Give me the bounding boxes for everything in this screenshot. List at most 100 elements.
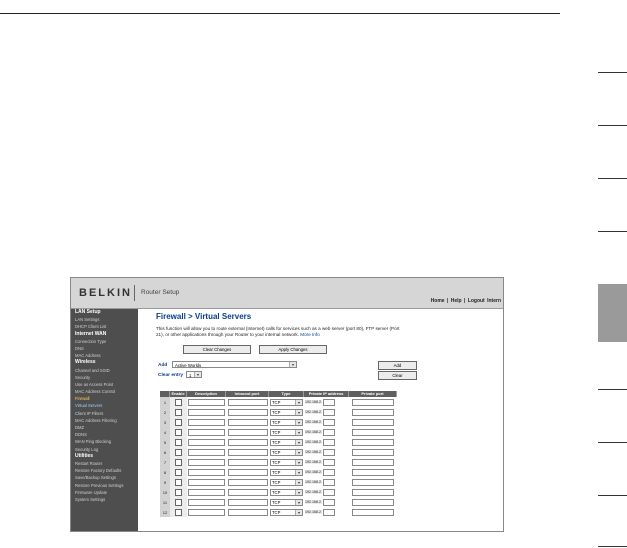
sidebar-item[interactable]: Client IP Filters [71,410,138,417]
description-input[interactable] [188,478,225,486]
sidebar-item[interactable]: Security [71,374,138,381]
enable-checkbox[interactable] [175,448,182,456]
private-ip-input[interactable] [323,468,335,476]
help-link[interactable]: Help [451,298,462,304]
private-ip-input[interactable] [323,498,335,506]
sidebar-item[interactable]: MAC Address Filtering [71,417,138,424]
description-input[interactable] [188,468,225,476]
sidebar-item[interactable]: Restore Previous Settings [71,482,138,489]
description-input[interactable] [188,428,225,436]
private-port-input[interactable] [352,468,394,476]
description-input[interactable] [188,418,225,426]
sidebar-item[interactable]: Restart Router [71,460,138,467]
type-select[interactable]: TCP ▾ [270,428,303,436]
private-ip-input[interactable] [323,448,335,456]
type-select[interactable]: TCP ▾ [270,398,303,406]
description-input[interactable] [188,498,225,506]
enable-checkbox[interactable] [175,438,182,446]
inbound-port-input[interactable] [227,428,268,436]
inbound-port-input[interactable] [227,488,268,496]
private-port-input[interactable] [352,418,394,426]
description-input[interactable] [188,438,225,446]
private-ip-input[interactable] [323,478,335,486]
sidebar-item[interactable]: DMZ [71,424,138,431]
private-ip-input[interactable] [323,508,335,516]
inbound-port-input[interactable] [227,438,268,446]
type-select[interactable]: TCP ▾ [270,408,303,416]
description-input[interactable] [188,488,225,496]
sidebar-item[interactable]: Channel and SSID [71,367,138,374]
description-input[interactable] [188,448,225,456]
apply-changes-button[interactable]: Apply Changes [259,345,327,354]
description-input[interactable] [188,408,225,416]
sidebar-item[interactable]: LAN Settings [71,316,138,323]
description-input[interactable] [188,458,225,466]
sidebar-item[interactable]: MAC Address Control [71,388,138,395]
type-select[interactable]: TCP ▾ [270,498,303,506]
private-port-input[interactable] [352,438,394,446]
private-ip-input[interactable] [323,398,335,406]
more-info-link[interactable]: More Info [300,332,319,337]
enable-checkbox[interactable] [175,458,182,466]
clear-changes-button[interactable]: Clear Changes [183,345,251,354]
type-select[interactable]: TCP ▾ [270,448,303,456]
inbound-port-input[interactable] [227,398,268,406]
private-ip-input[interactable] [323,408,335,416]
sidebar-item[interactable]: MAC Address [71,352,138,359]
type-select[interactable]: TCP ▾ [270,438,303,446]
enable-checkbox[interactable] [175,408,182,416]
inbound-port-input[interactable] [227,408,268,416]
enable-checkbox[interactable] [175,478,182,486]
private-ip-input[interactable] [323,428,335,436]
description-input[interactable] [188,508,225,516]
enable-checkbox[interactable] [175,398,182,406]
sidebar-item[interactable]: DNS [71,345,138,352]
logout-link[interactable]: Logout [468,298,485,304]
sidebar-item[interactable]: Firmware Update [71,489,138,496]
sidebar-item[interactable]: Virtual Servers [71,402,138,409]
type-select[interactable]: TCP ▾ [270,458,303,466]
sidebar-item[interactable]: Save/Backup Settings [71,474,138,481]
type-select[interactable]: TCP ▾ [270,508,303,516]
clear-button[interactable]: Clear [378,371,417,380]
inbound-port-input[interactable] [227,418,268,426]
private-port-input[interactable] [352,408,394,416]
private-port-input[interactable] [352,458,394,466]
sidebar-item[interactable]: Security Log [71,446,138,453]
enable-checkbox[interactable] [175,468,182,476]
service-select[interactable]: Active Worlds ▾ [172,361,297,368]
sidebar-item[interactable]: DDNS [71,431,138,438]
enable-checkbox[interactable] [175,428,182,436]
internet-status-link[interactable]: Intern [487,298,501,304]
private-port-input[interactable] [352,478,394,486]
inbound-port-input[interactable] [227,478,268,486]
private-port-input[interactable] [352,448,394,456]
sidebar-item[interactable]: WAN Ping Blocking [71,438,138,445]
sidebar-item[interactable]: System Settings [71,496,138,503]
private-port-input[interactable] [352,488,394,496]
private-port-input[interactable] [352,508,394,516]
inbound-port-input[interactable] [227,498,268,506]
enable-checkbox[interactable] [175,498,182,506]
private-ip-input[interactable] [323,458,335,466]
description-input[interactable] [188,398,225,406]
enable-checkbox[interactable] [175,418,182,426]
private-ip-input[interactable] [323,438,335,446]
home-link[interactable]: Home [431,298,445,304]
sidebar-item[interactable]: Connection Type [71,338,138,345]
inbound-port-input[interactable] [227,458,268,466]
sidebar-item[interactable]: Firewall [71,395,138,402]
enable-checkbox[interactable] [175,488,182,496]
type-select[interactable]: TCP ▾ [270,478,303,486]
private-ip-input[interactable] [323,418,335,426]
inbound-port-input[interactable] [227,508,268,516]
type-select[interactable]: TCP ▾ [270,488,303,496]
sidebar-item[interactable]: DHCP Client List [71,323,138,330]
inbound-port-input[interactable] [227,468,268,476]
private-port-input[interactable] [352,498,394,506]
add-button[interactable]: Add [378,361,417,370]
type-select[interactable]: TCP ▾ [270,418,303,426]
clear-entry-select[interactable]: 1 ▾ [186,371,202,378]
type-select[interactable]: TCP ▾ [270,468,303,476]
private-port-input[interactable] [352,398,394,406]
